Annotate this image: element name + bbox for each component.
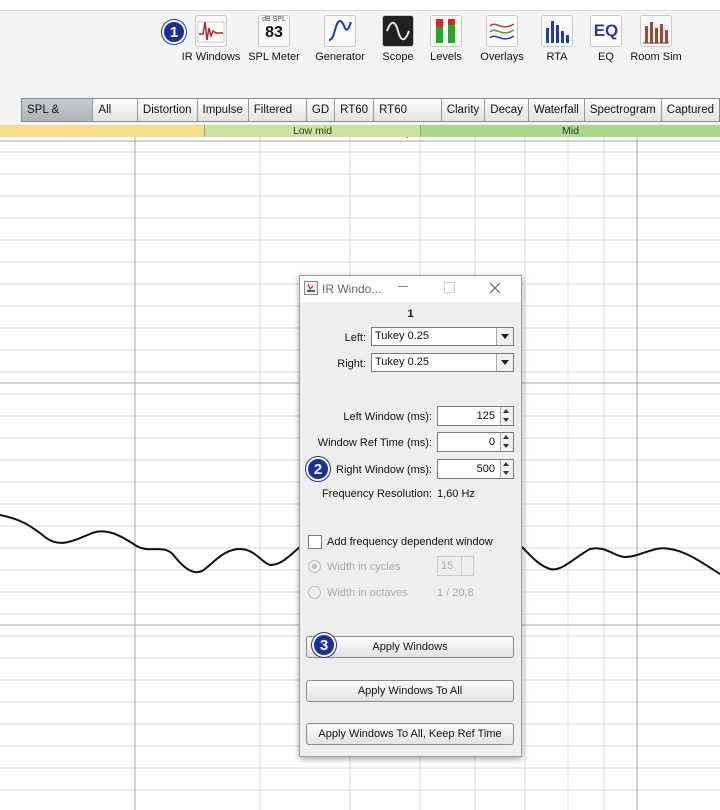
freq-dependent-checkbox[interactable] (308, 535, 322, 549)
ir-windows-icon (195, 15, 227, 47)
spl-meter-small-label: dB SPL (262, 16, 286, 23)
eq-glyph: EQ (593, 21, 619, 40)
right-shape-label: Right: (337, 358, 366, 370)
levels-icon (430, 15, 462, 47)
rta-label: RTA (546, 51, 568, 63)
width-octaves-radio[interactable] (308, 586, 321, 599)
spinner-arrows-icon[interactable] (500, 433, 513, 451)
tab-rt60-decay[interactable]: RT60 Decay (374, 99, 442, 138)
width-cycles-label: Width in cycles (327, 561, 401, 573)
scope-tool[interactable]: Scope (378, 15, 418, 63)
tab-gd[interactable]: GD (306, 99, 336, 121)
tab-spl-phase[interactable]: SPL & Phase (22, 99, 94, 138)
width-cycles-value: 15 (441, 560, 454, 572)
left-window-value: 125 (476, 410, 495, 422)
left-shape-value: Tukey 0.25 (375, 330, 430, 342)
left-window-label: Left Window (ms): (343, 411, 432, 423)
eq-tool[interactable]: EQ EQ (589, 15, 623, 63)
spl-meter-label: SPL Meter (248, 51, 300, 63)
generator-label: Generator (315, 51, 365, 63)
spinner-arrows-icon[interactable] (500, 407, 513, 425)
ir-windows-tool[interactable]: IR Windows (180, 15, 242, 63)
minimize-icon[interactable] (398, 286, 408, 287)
toolbar: IR Windows dB SPL 83 SPL Meter Generator… (0, 10, 720, 138)
dialog-title-bar[interactable]: IR Windo... (300, 276, 521, 302)
band-low (0, 125, 204, 137)
levels-label: Levels (430, 51, 462, 63)
overlays-tool[interactable]: Overlays (476, 15, 528, 63)
room-sim-tool[interactable]: Room Sim (630, 15, 682, 63)
freq-resolution-label: Frequency Resolution: (321, 488, 432, 500)
eq-label: EQ (598, 51, 614, 63)
tab-rt60[interactable]: RT60 (335, 99, 375, 121)
frequency-band-bar: Low mid Mid (0, 125, 720, 137)
tab-decay[interactable]: Decay (485, 99, 529, 121)
ref-time-value: 0 (488, 436, 495, 448)
left-window-spinner[interactable]: 125 (437, 406, 514, 426)
tab-distortion[interactable]: Distortion (137, 99, 198, 121)
scope-label: Scope (382, 51, 414, 63)
overlays-icon (486, 15, 518, 47)
width-octaves-label: Width in octaves (327, 587, 408, 599)
tab-filtered-ir[interactable]: Filtered IR (248, 99, 307, 138)
overlays-label: Overlays (480, 51, 524, 63)
step-badge-2: 2 (306, 457, 330, 481)
tab-clarity[interactable]: Clarity (441, 99, 486, 121)
generator-tool[interactable]: Generator (312, 15, 368, 63)
generator-icon (324, 15, 356, 47)
ref-time-label: Window Ref Time (ms): (317, 437, 432, 449)
right-window-value: 500 (476, 463, 495, 475)
spl-meter-tool[interactable]: dB SPL 83 SPL Meter (246, 15, 302, 63)
spl-meter-icon: dB SPL 83 (258, 15, 290, 47)
chevron-down-icon[interactable] (496, 354, 513, 371)
ir-windows-label: IR Windows (181, 51, 241, 63)
chevron-down-icon[interactable] (496, 328, 513, 345)
width-cycles-spinner[interactable]: 15 (437, 556, 474, 576)
spl-meter-value: 83 (265, 24, 283, 41)
tab-waterfall[interactable]: Waterfall (528, 99, 585, 121)
freq-resolution-value: 1,60 Hz (437, 488, 475, 500)
close-icon[interactable] (489, 282, 501, 294)
band-low-mid: Low mid (204, 125, 420, 137)
left-shape-select[interactable]: Tukey 0.25 (371, 327, 514, 346)
ref-time-spinner[interactable]: 0 (437, 432, 514, 452)
width-octaves-value: 1 / 20,8 (437, 587, 474, 599)
tab-all-spl[interactable]: All SPL (93, 99, 138, 138)
apply-windows-button[interactable]: Apply Windows (306, 636, 514, 658)
step-badge-3: 3 (312, 633, 336, 657)
eq-icon: EQ (590, 15, 622, 47)
tab-spectrogram[interactable]: Spectrogram (584, 99, 662, 121)
spinner-arrows-icon[interactable] (461, 557, 473, 575)
right-shape-value: Tukey 0.25 (375, 356, 430, 368)
step-badge-1: 1 (162, 20, 186, 44)
tab-captured[interactable]: Captured (661, 99, 719, 121)
java-app-icon (304, 281, 318, 295)
right-window-spinner[interactable]: 500 (437, 459, 514, 479)
room-sim-label: Room Sim (630, 51, 682, 63)
width-cycles-radio[interactable] (308, 560, 321, 573)
dialog-title: IR Windo... (322, 282, 382, 296)
rta-icon (541, 15, 573, 47)
room-sim-icon (640, 15, 672, 47)
dialog-heading: 1 (407, 308, 414, 320)
maximize-icon[interactable] (444, 282, 455, 293)
right-shape-select[interactable]: Tukey 0.25 (371, 353, 514, 372)
levels-tool[interactable]: Levels (426, 15, 466, 63)
tab-impulse[interactable]: Impulse (197, 99, 249, 121)
freq-dependent-label: Add frequency dependent window (327, 536, 493, 548)
band-mid: Mid (420, 125, 720, 137)
apply-windows-to-all-keep-ref-button[interactable]: Apply Windows To All, Keep Ref Time (306, 723, 514, 745)
ir-windows-dialog: IR Windo... 1 Left: Tukey 0.25 Right: Tu… (299, 275, 522, 757)
graph-tabs: SPL & Phase All SPL Distortion Impulse F… (21, 98, 720, 138)
scope-icon (382, 15, 414, 47)
spinner-arrows-icon[interactable] (500, 460, 513, 478)
apply-windows-to-all-button[interactable]: Apply Windows To All (306, 680, 514, 702)
rta-tool[interactable]: RTA (540, 15, 574, 63)
left-shape-label: Left: (344, 332, 366, 344)
